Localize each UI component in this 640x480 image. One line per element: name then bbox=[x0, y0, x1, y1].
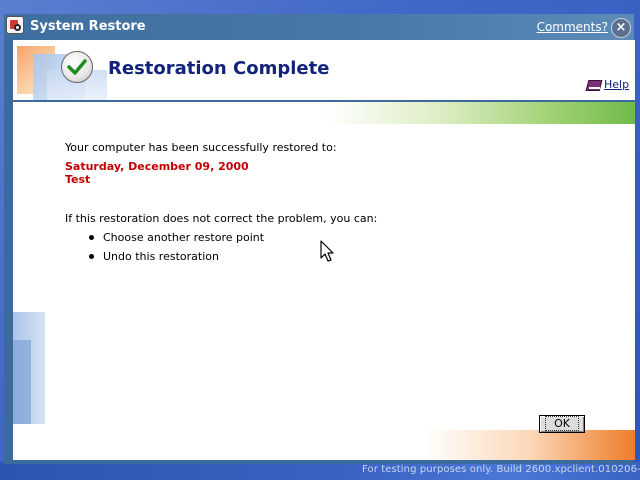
followup-text: If this restoration does not correct the… bbox=[65, 212, 378, 225]
intro-text: Your computer has been successfully rest… bbox=[65, 141, 337, 154]
bullet-icon bbox=[89, 235, 94, 240]
comments-link[interactable]: Comments? bbox=[537, 20, 608, 34]
ok-button-label: OK bbox=[545, 416, 579, 431]
side-decoration bbox=[13, 340, 31, 424]
checkmark-icon bbox=[61, 51, 93, 83]
system-restore-window: System Restore Comments? × Restoration C… bbox=[4, 14, 635, 464]
mouse-cursor-icon bbox=[320, 240, 334, 262]
restore-date: Saturday, December 09, 2000 bbox=[65, 160, 249, 173]
window-title: System Restore bbox=[30, 19, 146, 34]
page-title: Restoration Complete bbox=[108, 58, 330, 79]
close-icon: × bbox=[615, 20, 627, 35]
bullet-icon bbox=[89, 254, 94, 259]
book-icon bbox=[586, 79, 602, 91]
ok-button[interactable]: OK bbox=[539, 415, 585, 433]
system-restore-icon bbox=[6, 16, 24, 34]
footer-decoration bbox=[425, 430, 635, 460]
close-button[interactable]: × bbox=[611, 18, 631, 38]
option-choose-another-restore-point: Choose another restore point bbox=[103, 231, 265, 244]
help-link[interactable]: Help bbox=[586, 78, 629, 91]
help-label: Help bbox=[604, 78, 630, 91]
title-bar[interactable]: System Restore Comments? × bbox=[4, 14, 634, 40]
wizard-header: Restoration Complete Help bbox=[13, 40, 635, 102]
desktop-watermark: For testing purposes only. Build 2600.xp… bbox=[362, 464, 640, 475]
restore-point-name: Test bbox=[65, 173, 91, 186]
option-undo-restoration: Undo this restoration bbox=[103, 250, 219, 263]
header-accent-bar bbox=[13, 102, 635, 124]
